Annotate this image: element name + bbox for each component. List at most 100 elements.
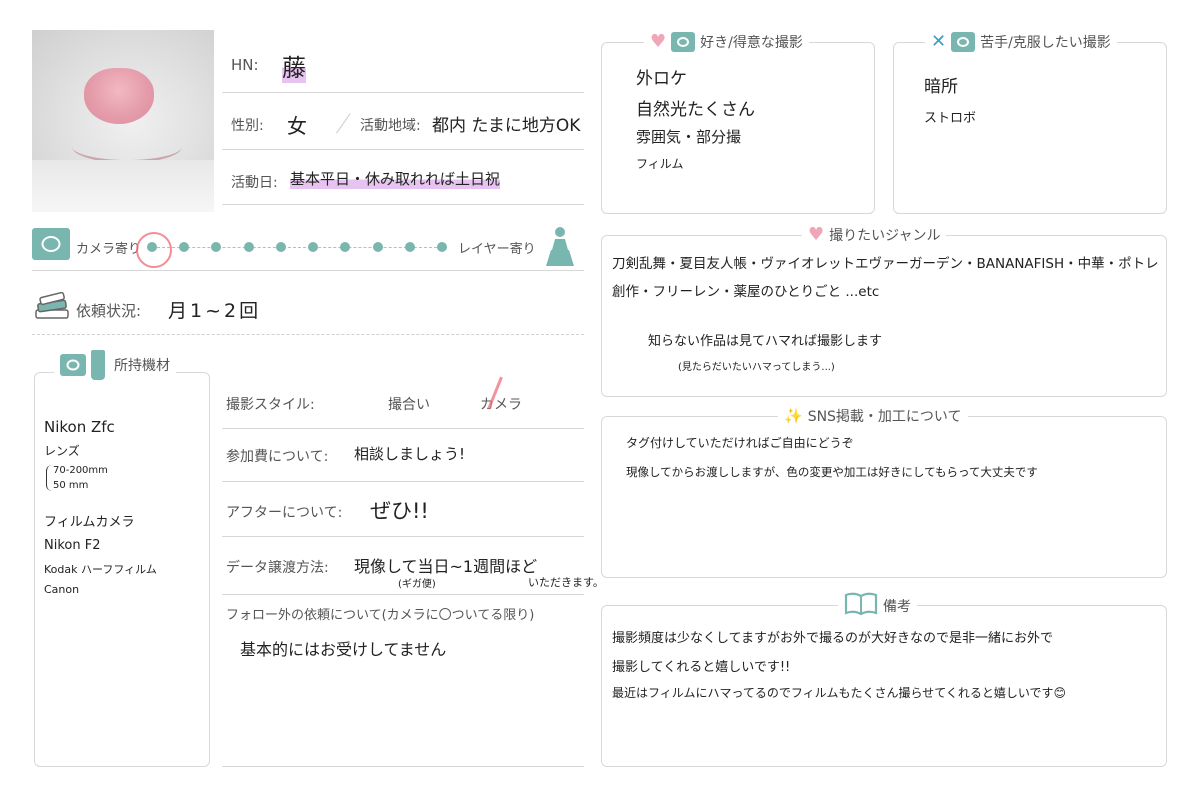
equipment-line-8: Kodak ハーフフィルム <box>44 563 157 576</box>
follow-label: フォロー外の依頼について(カメラに〇ついてる限り) <box>226 608 535 623</box>
equipment-camera-icon <box>60 354 86 376</box>
hn-value: 藤 <box>282 48 306 83</box>
style-option-1: 撮合い <box>388 397 430 413</box>
notes-line-1: 撮影頻度は少なくしてますがお外で撮るのが大好きなので是非一緒にお外で <box>612 631 1053 646</box>
scale-selected-circle <box>136 232 172 268</box>
cat-fur <box>32 160 214 212</box>
book-stack-icon <box>34 291 70 326</box>
genres-line-3: 知らない作品は見てハマれば撮影します <box>648 334 883 349</box>
genres-line-2: 創作・フリーレン・薬屋のひとりごと ...etc <box>612 284 880 300</box>
equipment-cup-icon <box>91 350 105 380</box>
fee-rule <box>222 481 584 482</box>
equipment-line-5 <box>44 491 204 511</box>
equipment-title-text: 所持機材 <box>114 358 170 374</box>
hn-label: HN: <box>231 56 259 74</box>
equipment-line-7: Nikon F2 <box>44 538 101 553</box>
cat-nose <box>84 68 154 124</box>
camera-icon <box>32 228 70 264</box>
style-label: 撮影スタイル: <box>226 397 315 413</box>
equipment-line-1: Nikon Zfc <box>44 418 115 436</box>
dislikes-line-1: 暗所 <box>924 77 958 97</box>
open-book-icon <box>844 592 878 620</box>
notes-title: 備考 <box>838 592 917 620</box>
equipment-line-2: レンズ <box>44 444 80 458</box>
scale-track <box>152 247 442 248</box>
follow-rule <box>222 766 584 767</box>
scale-dot <box>179 242 190 252</box>
after-label: アフターについて: <box>226 505 343 521</box>
genres-title: ♥ 撮りたいジャンル <box>802 224 947 245</box>
equipment-line-4: 50 mm <box>53 480 89 491</box>
equipment-line-6: フィルムカメラ <box>44 515 135 530</box>
fee-value: 相談しましょう! <box>354 445 466 463</box>
area-label: 活動地域: <box>360 118 421 134</box>
scale-dot <box>404 242 415 252</box>
likes-line-1: 外ロケ <box>636 69 687 89</box>
area-value: 都内 たまに地方OK <box>432 116 581 136</box>
heart-icon: ♥ <box>650 31 667 52</box>
genres-line-1: 刀剣乱舞・夏目友人帳・ヴァイオレットエヴァーガーデン・BANANAFISH・中華… <box>612 256 1159 272</box>
genres-line-4: (見たらだいたいハマってしまう...) <box>678 362 835 373</box>
data-value: 現像して当日~1週間ほど <box>354 557 538 576</box>
likes-line-4: フィルム <box>636 157 684 171</box>
scale-dot <box>275 242 286 252</box>
equipment-line-3: 70-200mm <box>53 465 108 476</box>
request-value: 月1~2回 <box>168 300 262 322</box>
gender-value: 女 <box>287 114 307 138</box>
genres-title-text: 撮りたいジャンル <box>829 228 941 244</box>
days-label: 活動日: <box>231 175 278 191</box>
hn-rule <box>222 92 584 93</box>
likes-line-3: 雰囲気・部分撮 <box>636 128 742 146</box>
scale-dot <box>308 242 319 252</box>
sparkle-wand-icon: ✨ <box>784 407 803 425</box>
dislikes-title-text: 苦手/克服したい撮影 <box>980 35 1111 51</box>
likes-title: ♥ 好き/得意な撮影 <box>644 32 809 52</box>
scale-dot <box>437 242 447 252</box>
after-rule <box>222 536 584 537</box>
divider-slash <box>336 113 351 134</box>
style-rule <box>222 428 584 429</box>
dislikes-line-2: ストロボ <box>924 111 977 126</box>
notes-line-3: 最近はフィルムにハマってるのでフィルムもたくさん撮らせてくれると嬉しいです😊 <box>612 686 1066 700</box>
scale-rule <box>32 270 584 271</box>
genres-heart-icon: ♥ <box>808 224 825 245</box>
request-dashed-rule <box>32 334 584 335</box>
scale-dot <box>211 242 222 252</box>
scale-right-label: レイヤー寄り <box>458 242 536 257</box>
scale-dot <box>243 242 254 252</box>
dislikes-title: ✕ 苦手/克服したい撮影 <box>925 32 1117 52</box>
cat-mouth <box>72 130 182 163</box>
likes-title-text: 好き/得意な撮影 <box>700 35 803 51</box>
notes-line-2: 撮影してくれると嬉しいです!! <box>612 660 791 675</box>
profile-photo <box>32 30 214 212</box>
gender-rule <box>222 149 584 150</box>
equipment-title: 所持機材 <box>54 350 176 380</box>
equipment-list: Nikon Zfc レンズ 70-200mm 50 mm フィルムカメラ Nik… <box>44 418 204 596</box>
after-value: ぜひ!! <box>370 499 429 523</box>
sns-line-1: タグ付けしていただければご自由にどうぞ <box>626 436 854 450</box>
fee-label: 参加費について: <box>226 449 329 465</box>
likes-camera-icon <box>671 32 696 52</box>
gender-label: 性別: <box>231 118 264 134</box>
days-rule <box>222 204 584 205</box>
cosplayer-icon <box>545 224 575 266</box>
dislikes-list: 暗所 ストロボ <box>924 72 976 126</box>
follow-value: 基本的にはお受けしてません <box>240 640 447 659</box>
scale-left-label: カメラ寄り <box>76 242 142 257</box>
sns-title: ✨ SNS掲載・加工について <box>778 406 968 426</box>
cross-icon: ✕ <box>931 31 947 52</box>
equipment-line-9: Canon <box>44 583 80 596</box>
dislikes-box <box>893 42 1167 214</box>
notes-title-text: 備考 <box>883 599 911 615</box>
data-rule <box>222 594 584 595</box>
scale-dot <box>340 242 351 252</box>
dislikes-camera-icon <box>951 32 976 52</box>
likes-list: 外ロケ 自然光たくさん 雰囲気・部分撮 フィルム <box>636 64 755 172</box>
likes-line-2: 自然光たくさん <box>636 100 755 120</box>
data-note-2: いただきます。 <box>528 576 604 589</box>
scale-dot <box>372 242 383 252</box>
data-label: データ譲渡方法: <box>226 560 329 576</box>
days-value: 基本平日・休み取れれば土日祝 <box>290 168 501 189</box>
sns-title-text: SNS掲載・加工について <box>807 409 962 425</box>
request-label: 依頼状況: <box>76 302 142 320</box>
